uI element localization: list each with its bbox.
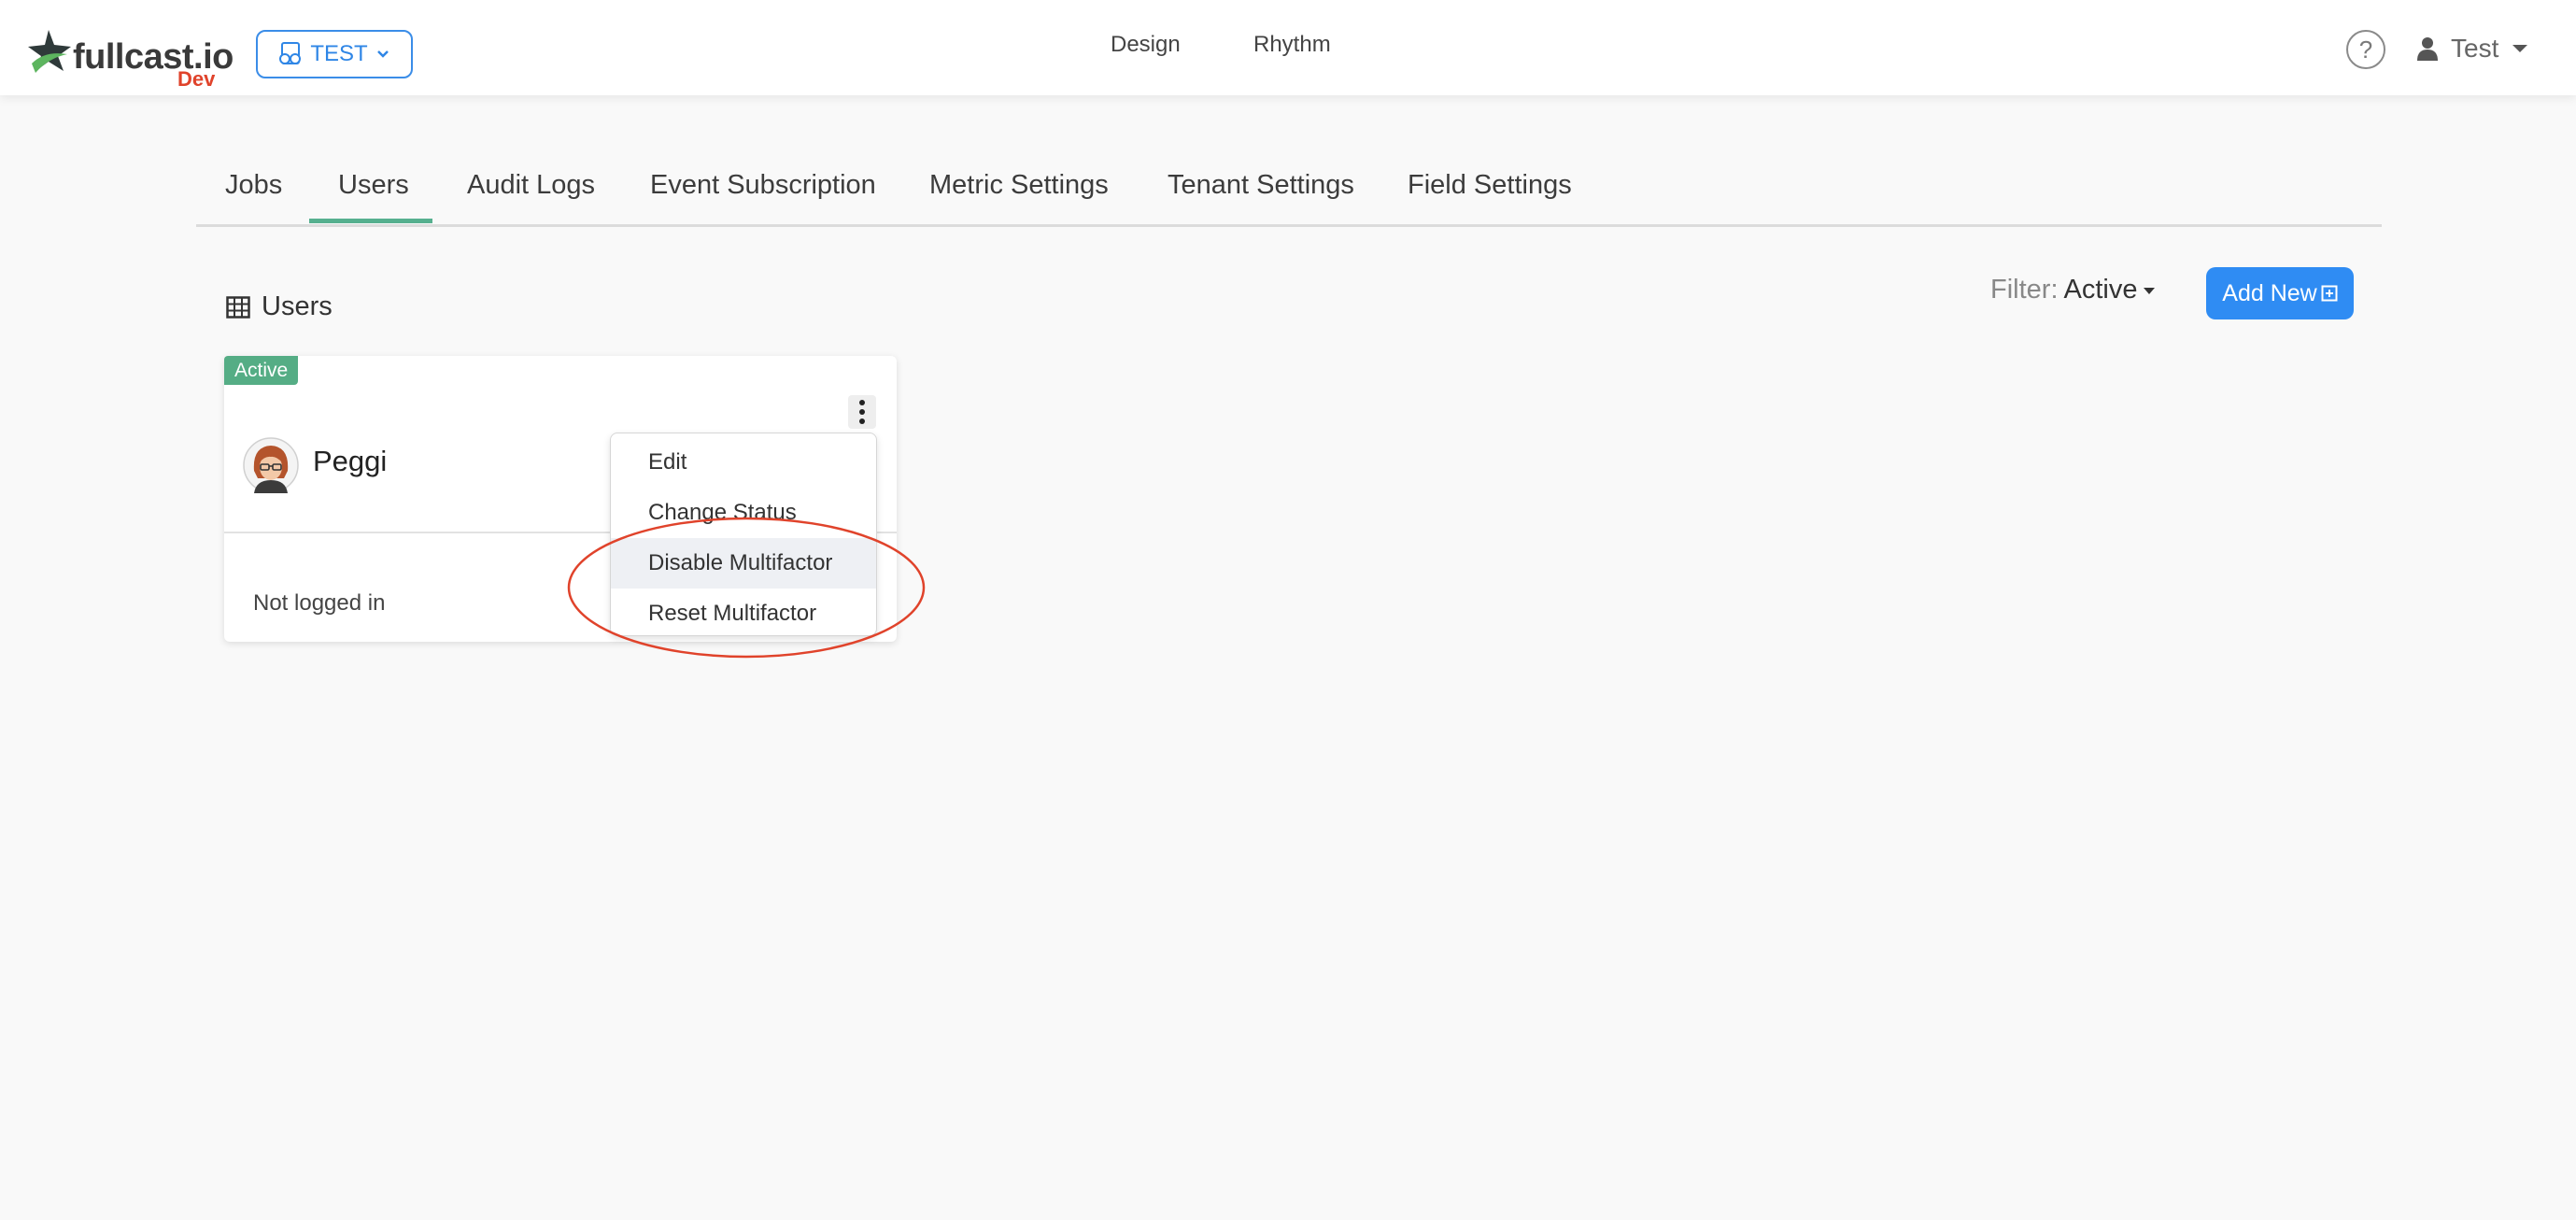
nav-design[interactable]: Design: [1111, 32, 1181, 58]
filter-dropdown[interactable]: Filter: Active: [1990, 275, 2156, 305]
kebab-icon[interactable]: [848, 395, 876, 429]
add-new-button[interactable]: Add New: [2206, 267, 2354, 319]
filter-value: Active: [2063, 275, 2138, 305]
top-header: fullcast.io Dev TEST Design Rhythm ? Tes…: [0, 0, 2576, 95]
nav-rhythm[interactable]: Rhythm: [1253, 32, 1331, 58]
filter-label: Filter:: [1990, 275, 2059, 305]
section-title: Users: [226, 291, 333, 322]
active-tab-indicator: [309, 219, 432, 223]
tenant-selector-button[interactable]: TEST: [256, 30, 413, 78]
star-icon: [28, 30, 71, 73]
tenant-label: TEST: [310, 41, 368, 66]
tab-jobs[interactable]: Jobs: [225, 170, 282, 201]
tab-users[interactable]: Users: [338, 170, 409, 201]
user-name-label: Test: [2451, 34, 2499, 63]
user-menu[interactable]: Test: [2417, 28, 2528, 69]
tab-audit-logs[interactable]: Audit Logs: [467, 170, 595, 201]
highlight-ellipse: [567, 517, 926, 659]
tab-tenant-settings[interactable]: Tenant Settings: [1168, 170, 1354, 201]
status-badge: Active: [224, 356, 299, 385]
add-new-label: Add New: [2222, 279, 2317, 306]
fullcast-logo[interactable]: fullcast.io Dev: [26, 26, 234, 92]
login-status: Not logged in: [253, 590, 386, 616]
tab-field-settings[interactable]: Field Settings: [1408, 170, 1572, 201]
question-circle-icon[interactable]: ?: [2346, 30, 2385, 69]
avatar: [243, 437, 299, 493]
user-icon: [2417, 37, 2438, 61]
table-icon: [226, 295, 250, 319]
caret-down-icon: [2512, 45, 2528, 52]
tab-event-subscription[interactable]: Event Subscription: [650, 170, 876, 201]
environment-label: Dev: [177, 67, 216, 91]
tab-metric-settings[interactable]: Metric Settings: [929, 170, 1109, 201]
section-title-text: Users: [262, 291, 333, 321]
chevron-down-icon: [376, 50, 389, 58]
menu-item-edit[interactable]: Edit: [611, 437, 876, 488]
settings-tabs: Jobs Users Audit Logs Event Subscription…: [196, 155, 2382, 227]
glasses-document-icon: [279, 42, 302, 64]
plus-square-icon: [2321, 285, 2338, 302]
user-name: Peggi: [313, 445, 388, 477]
caret-down-icon: [2144, 287, 2156, 294]
